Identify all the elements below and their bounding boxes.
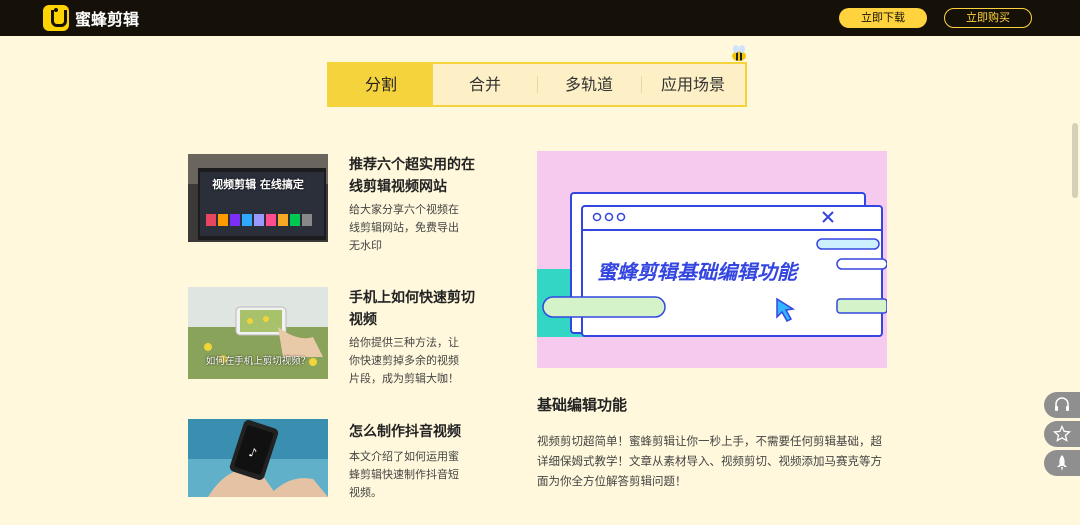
article-thumbnail[interactable]: 如何在手机上剪切视频？ (188, 287, 328, 379)
tab-split[interactable]: 分割 (329, 64, 433, 105)
tab-scenarios[interactable]: 应用场景 (641, 64, 745, 105)
article-title[interactable]: 怎么制作抖音视频 (349, 421, 479, 443)
article-item[interactable]: ♪ 怎么制作抖音视频 本文介绍了如何运用蜜蜂剪辑快速制作抖音短视频。 (188, 419, 488, 509)
article-title[interactable]: 推荐六个超实用的在线剪辑视频网站 (349, 154, 479, 198)
article-description: 本文介绍了如何运用蜜蜂剪辑快速制作抖音短视频。 (349, 450, 459, 499)
article-description: 给大家分享六个视频在线剪辑网站，免费导出无水印 (349, 203, 459, 252)
article-item[interactable]: 如何在手机上剪切视频？ 手机上如何快速剪切视频 给你提供三种方法，让你快速剪掉多… (188, 287, 488, 397)
rocket-icon[interactable] (1044, 450, 1080, 476)
tab-multitrack[interactable]: 多轨道 (537, 64, 641, 105)
feature-description: 视频剪切超简单！蜜蜂剪辑让你一秒上手，不需要任何剪辑基础，超详细保姆式教学！文章… (537, 434, 882, 488)
article-item[interactable]: 视频剪辑 在线搞定 推荐六个超实用的在线剪辑视频网站 给大家分享六个视频在线剪辑… (188, 154, 488, 264)
feature-tabs: 分割 合并 多轨道 应用场景 (327, 62, 747, 107)
feature-title: 基础编辑功能 (537, 396, 628, 414)
article-thumbnail[interactable]: ♪ (188, 419, 328, 497)
page-scrollbar[interactable] (1072, 123, 1078, 198)
download-button[interactable]: 立即下载 (839, 8, 927, 28)
tab-merge[interactable]: 合并 (433, 64, 537, 105)
headset-icon[interactable] (1044, 392, 1080, 418)
banner-text: 蜜蜂剪辑基础编辑功能 (597, 260, 800, 284)
top-navigation-bar: 蜜蜂剪辑 立即下载 立即购买 (0, 0, 1080, 36)
brand-logo[interactable]: 蜜蜂剪辑 (43, 5, 139, 31)
floating-toolbar (1039, 392, 1080, 478)
thumbnail-caption: 视频剪辑 在线搞定 (212, 178, 304, 191)
article-thumbnail[interactable]: 视频剪辑 在线搞定 (188, 154, 328, 242)
article-description: 给你提供三种方法，让你快速剪掉多余的视频片段，成为剪辑大咖！ (349, 336, 459, 385)
feature-banner: 蜜蜂剪辑基础编辑功能 (537, 151, 887, 368)
buy-button[interactable]: 立即购买 (944, 8, 1032, 28)
thumbnail-caption: 如何在手机上剪切视频？ (205, 356, 311, 367)
bee-icon (732, 45, 746, 61)
article-title[interactable]: 手机上如何快速剪切视频 (349, 287, 479, 331)
logo-icon (43, 5, 69, 31)
brand-name: 蜜蜂剪辑 (75, 10, 140, 29)
star-icon[interactable] (1044, 421, 1080, 447)
